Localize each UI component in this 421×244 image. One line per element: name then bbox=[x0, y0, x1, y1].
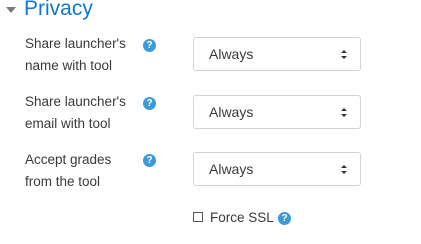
label-line: Share launcher's bbox=[25, 36, 126, 51]
selected-value: Always bbox=[209, 104, 254, 120]
force-ssl-label[interactable]: Force SSL bbox=[210, 210, 274, 225]
share-name-select[interactable]: Always bbox=[193, 37, 361, 71]
help-icon[interactable]: ? bbox=[143, 154, 156, 167]
accept-grades-label: Accept grades from the tool bbox=[25, 149, 140, 193]
force-ssl-row: Force SSL bbox=[193, 208, 274, 226]
label-line: Share launcher's bbox=[25, 94, 126, 109]
selected-value: Always bbox=[209, 161, 254, 177]
label-line: from the tool bbox=[25, 174, 101, 189]
section-title[interactable]: Privacy bbox=[24, 0, 93, 22]
help-icon[interactable]: ? bbox=[278, 212, 291, 225]
label-line: Accept grades bbox=[25, 152, 112, 167]
help-icon[interactable]: ? bbox=[143, 39, 156, 52]
share-email-label: Share launcher's email with tool bbox=[25, 91, 140, 135]
selected-value: Always bbox=[209, 46, 254, 62]
help-icon[interactable]: ? bbox=[143, 97, 156, 110]
share-name-label: Share launcher's name with tool bbox=[25, 33, 140, 77]
label-line: email with tool bbox=[25, 116, 111, 131]
force-ssl-checkbox[interactable] bbox=[193, 212, 203, 222]
label-line: name with tool bbox=[25, 58, 113, 73]
select-arrows-icon bbox=[339, 48, 349, 61]
accept-grades-select[interactable]: Always bbox=[193, 152, 361, 186]
select-arrows-icon bbox=[339, 106, 349, 119]
select-arrows-icon bbox=[339, 163, 349, 176]
collapse-caret-icon[interactable] bbox=[6, 7, 16, 13]
share-email-select[interactable]: Always bbox=[193, 95, 361, 129]
